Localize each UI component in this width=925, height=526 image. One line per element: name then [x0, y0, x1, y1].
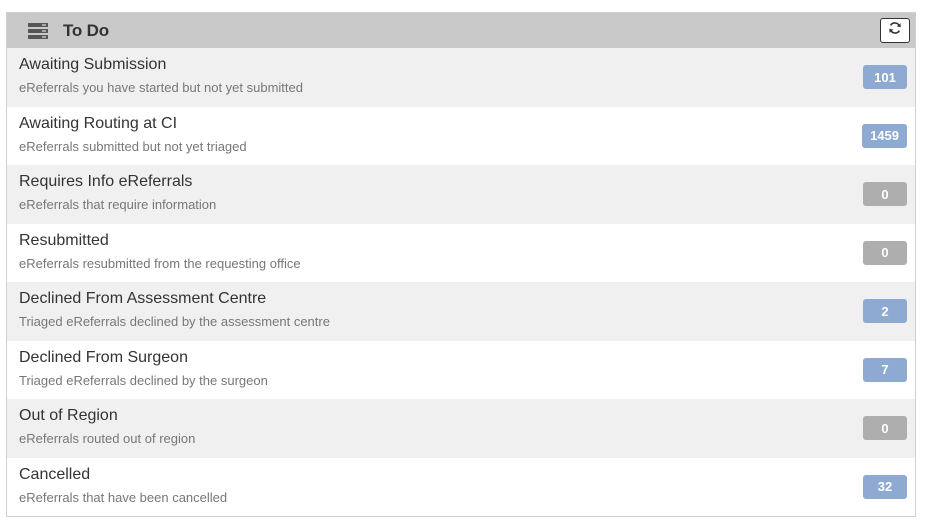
count-badge: 0: [863, 182, 907, 206]
item-title: Out of Region: [19, 407, 118, 424]
panel-header: To Do: [7, 13, 915, 48]
item-description: eReferrals resubmitted from the requesti…: [19, 255, 301, 271]
list-item[interactable]: Cancelled eReferrals that have been cance…: [7, 457, 915, 516]
item-description: eReferrals submitted but not yet triaged: [19, 138, 247, 154]
item-description: Triaged eReferrals declined by the surge…: [19, 372, 268, 388]
list-item[interactable]: Awaiting Routing at CI eReferrals submitt…: [7, 106, 915, 165]
item-title: Declined From Assessment Centre: [19, 290, 267, 307]
count-badge: 7: [863, 357, 907, 382]
list-item[interactable]: Requires Info eReferrals eReferrals that …: [7, 165, 915, 224]
item-title: Resubmitted: [19, 231, 109, 249]
todo-list: Awaiting Submission eReferrals you have s…: [7, 48, 915, 516]
list-item[interactable]: Resubmitted eReferrals resubmitted from t…: [7, 223, 915, 282]
item-title: Awaiting Submission: [19, 56, 167, 73]
count-badge: 1459: [862, 123, 907, 148]
count-badge: 32: [863, 474, 907, 499]
count-badge: 0: [863, 240, 907, 265]
count-badge: 101: [863, 65, 907, 89]
item-title: Cancelled: [19, 465, 91, 483]
todo-panel: To Do Awaiting Submission eReferrals you …: [6, 12, 916, 517]
item-title: Declined From Surgeon: [19, 348, 188, 366]
item-description: eReferrals you have started but not yet …: [19, 80, 303, 95]
list-item[interactable]: Declined From Assessment Centre Triaged e…: [7, 282, 915, 341]
item-description: eReferrals that require information: [19, 197, 217, 212]
list-item[interactable]: Out of Region eReferrals routed out of re…: [7, 399, 915, 458]
panel-title: To Do: [63, 20, 109, 40]
server-list-icon: [28, 22, 50, 39]
item-title: Requires Info eReferrals: [19, 173, 193, 190]
list-item[interactable]: Awaiting Submission eReferrals you have s…: [7, 48, 915, 107]
count-badge: 0: [863, 416, 907, 440]
item-description: eReferrals routed out of region: [19, 431, 196, 446]
list-item[interactable]: Declined From Surgeon Triaged eReferrals …: [7, 340, 915, 399]
count-badge: 2: [863, 299, 907, 323]
item-description: Triaged eReferrals declined by the asses…: [19, 314, 330, 329]
item-title: Awaiting Routing at CI: [19, 114, 178, 132]
refresh-icon: [888, 21, 902, 40]
item-description: eReferrals that have been cancelled: [19, 489, 228, 505]
refresh-button[interactable]: [880, 18, 910, 43]
